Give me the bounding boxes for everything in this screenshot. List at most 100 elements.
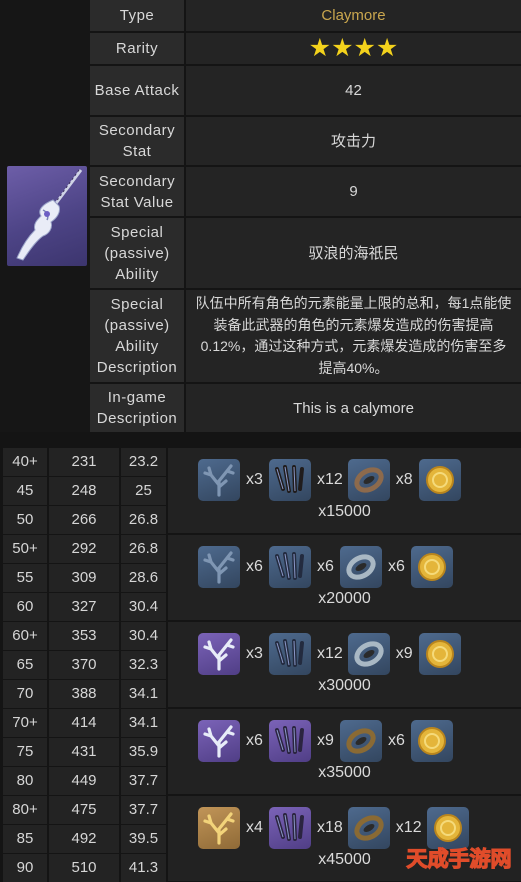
- weapon-page: Type Claymore Rarity ★★★★ Base Attack 42…: [0, 0, 521, 882]
- material-quantity: x12: [317, 471, 343, 488]
- level-cell: 50: [3, 506, 47, 534]
- material-quantity: x4: [246, 819, 263, 836]
- attack-cell: 449: [49, 767, 119, 795]
- level-row: 60+ 353 30.4: [3, 622, 166, 650]
- secondary-stat-number: 9: [186, 167, 521, 216]
- level-cell: 80+: [3, 796, 47, 824]
- material-quantity: x6: [246, 732, 263, 749]
- level-cell: 70+: [3, 709, 47, 737]
- level-cell: 50+: [3, 535, 47, 563]
- material-quantity: x6: [388, 732, 405, 749]
- gold-coral-icon: [198, 807, 240, 849]
- ascension-materials: x3 x12 x9 x30000: [168, 622, 521, 707]
- purple-coral-icon: [198, 720, 240, 762]
- attack-cell: 266: [49, 506, 119, 534]
- material-quantity: x6: [317, 558, 334, 575]
- info-label: Secondary Stat: [90, 117, 184, 165]
- info-row-type: Type Claymore: [90, 0, 521, 31]
- level-cell: 40+: [3, 448, 47, 476]
- stat-cell: 37.7: [121, 796, 166, 824]
- info-label: Secondary Stat Value: [90, 167, 184, 216]
- attack-cell: 231: [49, 448, 119, 476]
- stat-cell: 41.3: [121, 854, 166, 882]
- info-row-rarity: Rarity ★★★★: [90, 33, 521, 64]
- level-row: 70+ 414 34.1: [3, 709, 166, 737]
- ingame-description-value: This is a calymore: [186, 384, 521, 432]
- stat-cell: 34.1: [121, 680, 166, 708]
- purple-claw-icon: [269, 807, 311, 849]
- ascension-materials: x3 x12 x8 x15000: [168, 448, 521, 533]
- attack-cell: 414: [49, 709, 119, 737]
- level-row: 60 327 30.4: [3, 593, 166, 621]
- passive-ability-name: 驭浪的海祇民: [186, 218, 521, 288]
- ascension-materials: x6 x9 x6 x35000: [168, 709, 521, 794]
- materials-row: x3 x12 x8: [198, 458, 461, 502]
- material-quantity: x8: [395, 471, 413, 488]
- black-claw-icon: [269, 459, 311, 501]
- info-row-passive-description: Special (passive) Ability Description 队伍…: [90, 290, 521, 382]
- attack-cell: 353: [49, 622, 119, 650]
- material-quantity: x12: [317, 645, 343, 662]
- info-row-ingame-description: In-game Description This is a calymore: [90, 384, 521, 432]
- weapon-type-value: Claymore: [186, 0, 521, 31]
- level-row: 45 248 25: [3, 477, 166, 505]
- info-row-passive-ability: Special (passive) Ability 驭浪的海祇民: [90, 218, 521, 288]
- attack-cell: 327: [49, 593, 119, 621]
- info-row-secondary-stat: Secondary Stat 攻击力: [90, 117, 521, 165]
- stat-cell: 26.8: [121, 506, 166, 534]
- mora-cost: x35000: [318, 764, 371, 781]
- brown-ring-icon: [347, 459, 390, 501]
- info-label: Rarity: [90, 33, 184, 64]
- silver-ring-icon: [340, 546, 382, 588]
- attack-cell: 388: [49, 680, 119, 708]
- level-cell: 65: [3, 651, 47, 679]
- mora-coin-icon: [418, 459, 461, 501]
- info-label: Special (passive) Ability Description: [90, 290, 184, 382]
- info-row-base-attack: Base Attack 42: [90, 66, 521, 115]
- level-row: 40+ 231 23.2: [3, 448, 166, 476]
- claymore-weapon-icon: [7, 166, 87, 266]
- stat-cell: 39.5: [121, 825, 166, 853]
- attack-cell: 510: [49, 854, 119, 882]
- stat-cell: 28.6: [121, 564, 166, 592]
- info-label: In-game Description: [90, 384, 184, 432]
- silver-ring-icon: [347, 633, 390, 675]
- material-quantity: x6: [388, 558, 405, 575]
- purple-coral-icon: [198, 633, 240, 675]
- level-cell: 60+: [3, 622, 47, 650]
- level-row: 85 492 39.5: [3, 825, 166, 853]
- mora-coin-icon: [418, 633, 461, 675]
- level-cell: 55: [3, 564, 47, 592]
- mora-cost: x20000: [318, 590, 371, 607]
- level-row: 80 449 37.7: [3, 767, 166, 795]
- material-quantity: x9: [395, 645, 413, 662]
- attack-cell: 370: [49, 651, 119, 679]
- secondary-stat-value: 攻击力: [186, 117, 521, 165]
- material-quantity: x3: [246, 471, 263, 488]
- level-cell: 80: [3, 767, 47, 795]
- rarity-stars: ★★★★: [308, 34, 399, 62]
- attack-cell: 492: [49, 825, 119, 853]
- stat-cell: 26.8: [121, 535, 166, 563]
- level-row: 50+ 292 26.8: [3, 535, 166, 563]
- level-cell: 75: [3, 738, 47, 766]
- materials-row: x6 x6 x6: [198, 545, 453, 589]
- stat-cell: 34.1: [121, 709, 166, 737]
- level-row: 90 510 41.3: [3, 854, 166, 882]
- material-quantity: x12: [395, 819, 422, 836]
- attack-cell: 475: [49, 796, 119, 824]
- base-attack-value: 42: [186, 66, 521, 115]
- blue-coral-icon: [198, 459, 240, 501]
- stat-cell: 35.9: [121, 738, 166, 766]
- attack-cell: 431: [49, 738, 119, 766]
- info-label: Type: [90, 0, 184, 31]
- material-quantity: x9: [317, 732, 334, 749]
- passive-ability-description: 队伍中所有角色的元素能量上限的总和，每1点能使装备此武器的角色的元素爆发造成的伤…: [186, 290, 521, 382]
- mora-coin-icon: [411, 546, 453, 588]
- material-quantity: x6: [246, 558, 263, 575]
- gold-ring-icon: [347, 807, 390, 849]
- mora-cost: x15000: [318, 503, 371, 520]
- stat-cell: 30.4: [121, 622, 166, 650]
- attack-cell: 248: [49, 477, 119, 505]
- site-watermark-logo: 天成手游网: [401, 842, 517, 874]
